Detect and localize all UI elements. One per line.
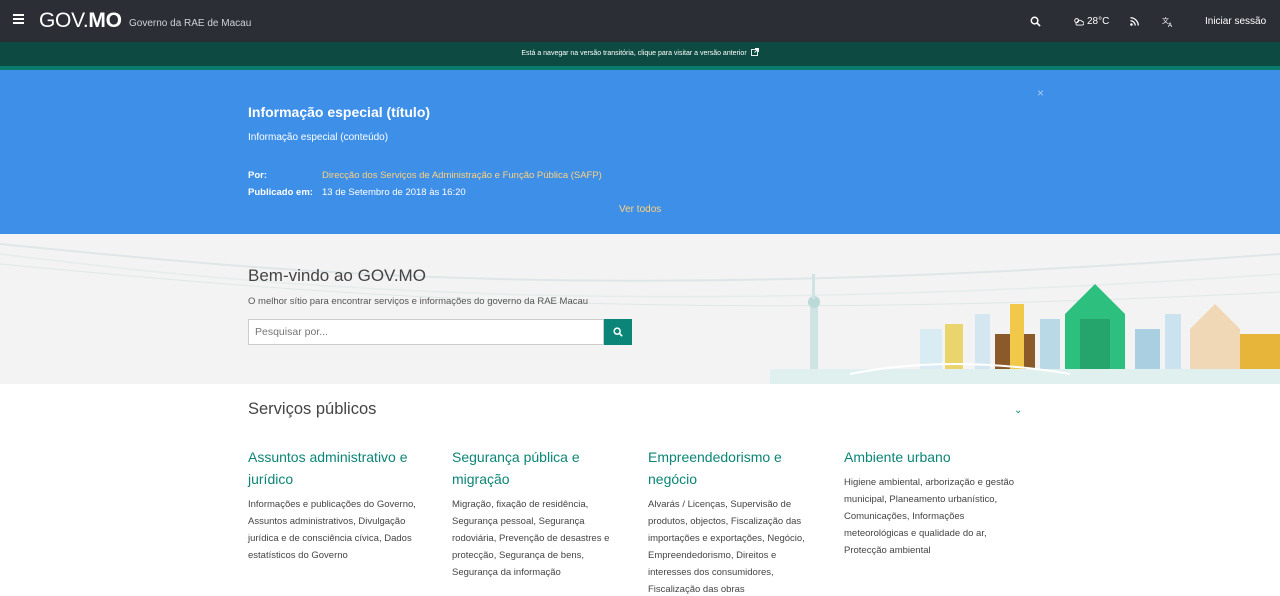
cloud-sun-icon: [1074, 17, 1084, 26]
special-info-content: Informação especial (conteúdo): [248, 132, 389, 143]
service-category-description: Higiene ambiental, arborização e gestão …: [844, 477, 1015, 556]
login-link[interactable]: Iniciar sessão: [1205, 0, 1266, 42]
special-info-author: Por: Direcção dos Serviços de Administraç…: [248, 170, 602, 181]
top-navbar: GOV.MO Governo da RAE de Macau 28°C 文A I…: [0, 0, 1280, 42]
published-date: 13 de Setembro de 2018 às 16:20: [322, 187, 466, 198]
see-all-link[interactable]: Ver todos: [619, 204, 661, 215]
special-info-title: Informação especial (título): [248, 104, 431, 120]
welcome-subtitle: O melhor sítio para encontrar serviços e…: [248, 296, 589, 307]
nav-search-button[interactable]: [1030, 0, 1041, 42]
weather-temperature: 28°C: [1087, 15, 1110, 27]
hamburger-menu-icon[interactable]: [13, 14, 24, 24]
service-category-link[interactable]: Segurança pública e migração: [452, 446, 622, 490]
special-info-date: Publicado em: 13 de Setembro de 2018 às 1…: [248, 187, 466, 198]
service-category: Assuntos administrativo e jurídico Infor…: [248, 446, 428, 564]
services-title: Serviços públicos: [248, 400, 377, 418]
author-label: Por:: [248, 170, 267, 181]
close-icon[interactable]: ×: [1037, 86, 1044, 100]
external-link-icon: [750, 48, 759, 56]
translate-icon: 文A: [1162, 16, 1173, 27]
service-category-link[interactable]: Assuntos administrativo e jurídico: [248, 446, 428, 490]
rss-icon: [1130, 16, 1139, 26]
service-category-description: Alvarás / Licenças, Supervisão de produt…: [648, 499, 805, 595]
chevron-down-icon[interactable]: ⌄: [1014, 405, 1022, 416]
language-button[interactable]: 文A: [1162, 0, 1174, 42]
transition-notice-bar[interactable]: Está a navegar na versão transitória, cl…: [0, 42, 1280, 66]
search-icon: [1030, 16, 1041, 27]
author-link[interactable]: Direcção dos Serviços de Administração e…: [322, 170, 602, 181]
transition-notice-text: Está a navegar na versão transitória, cl…: [521, 50, 747, 57]
search-icon: [613, 327, 623, 337]
service-category: Ambiente urbano Higiene ambiental, arbor…: [844, 446, 1029, 559]
site-logo[interactable]: GOV.MO: [39, 9, 122, 33]
service-category-link[interactable]: Ambiente urbano: [844, 446, 1029, 468]
service-category-description: Informações e publicações do Governo, As…: [248, 499, 416, 561]
welcome-section: Bem-vindo ao GOV.MO O melhor sítio para …: [0, 234, 1280, 384]
service-category: Segurança pública e migração Migração, f…: [452, 446, 622, 581]
site-subtitle: Governo da RAE de Macau: [129, 18, 252, 29]
service-category-link[interactable]: Empreendedorismo e negócio: [648, 446, 818, 490]
svg-text:A: A: [1168, 22, 1173, 27]
welcome-title: Bem-vindo ao GOV.MO: [248, 266, 426, 285]
rss-button[interactable]: [1130, 0, 1139, 42]
service-category: Empreendedorismo e negócio Alvarás / Lic…: [648, 446, 818, 596]
search-input[interactable]: [248, 319, 604, 345]
search-button[interactable]: [604, 319, 632, 345]
macau-skyline-illustration: [770, 274, 1280, 384]
published-label: Publicado em:: [248, 187, 313, 198]
logo-gov: GOV.: [39, 9, 89, 32]
weather-widget[interactable]: 28°C: [1073, 0, 1109, 42]
service-category-description: Migração, fixação de residência, Seguran…: [452, 499, 610, 578]
special-information-banner: × Informação especial (título) Informaçã…: [0, 70, 1280, 234]
logo-mo: MO: [88, 9, 122, 32]
